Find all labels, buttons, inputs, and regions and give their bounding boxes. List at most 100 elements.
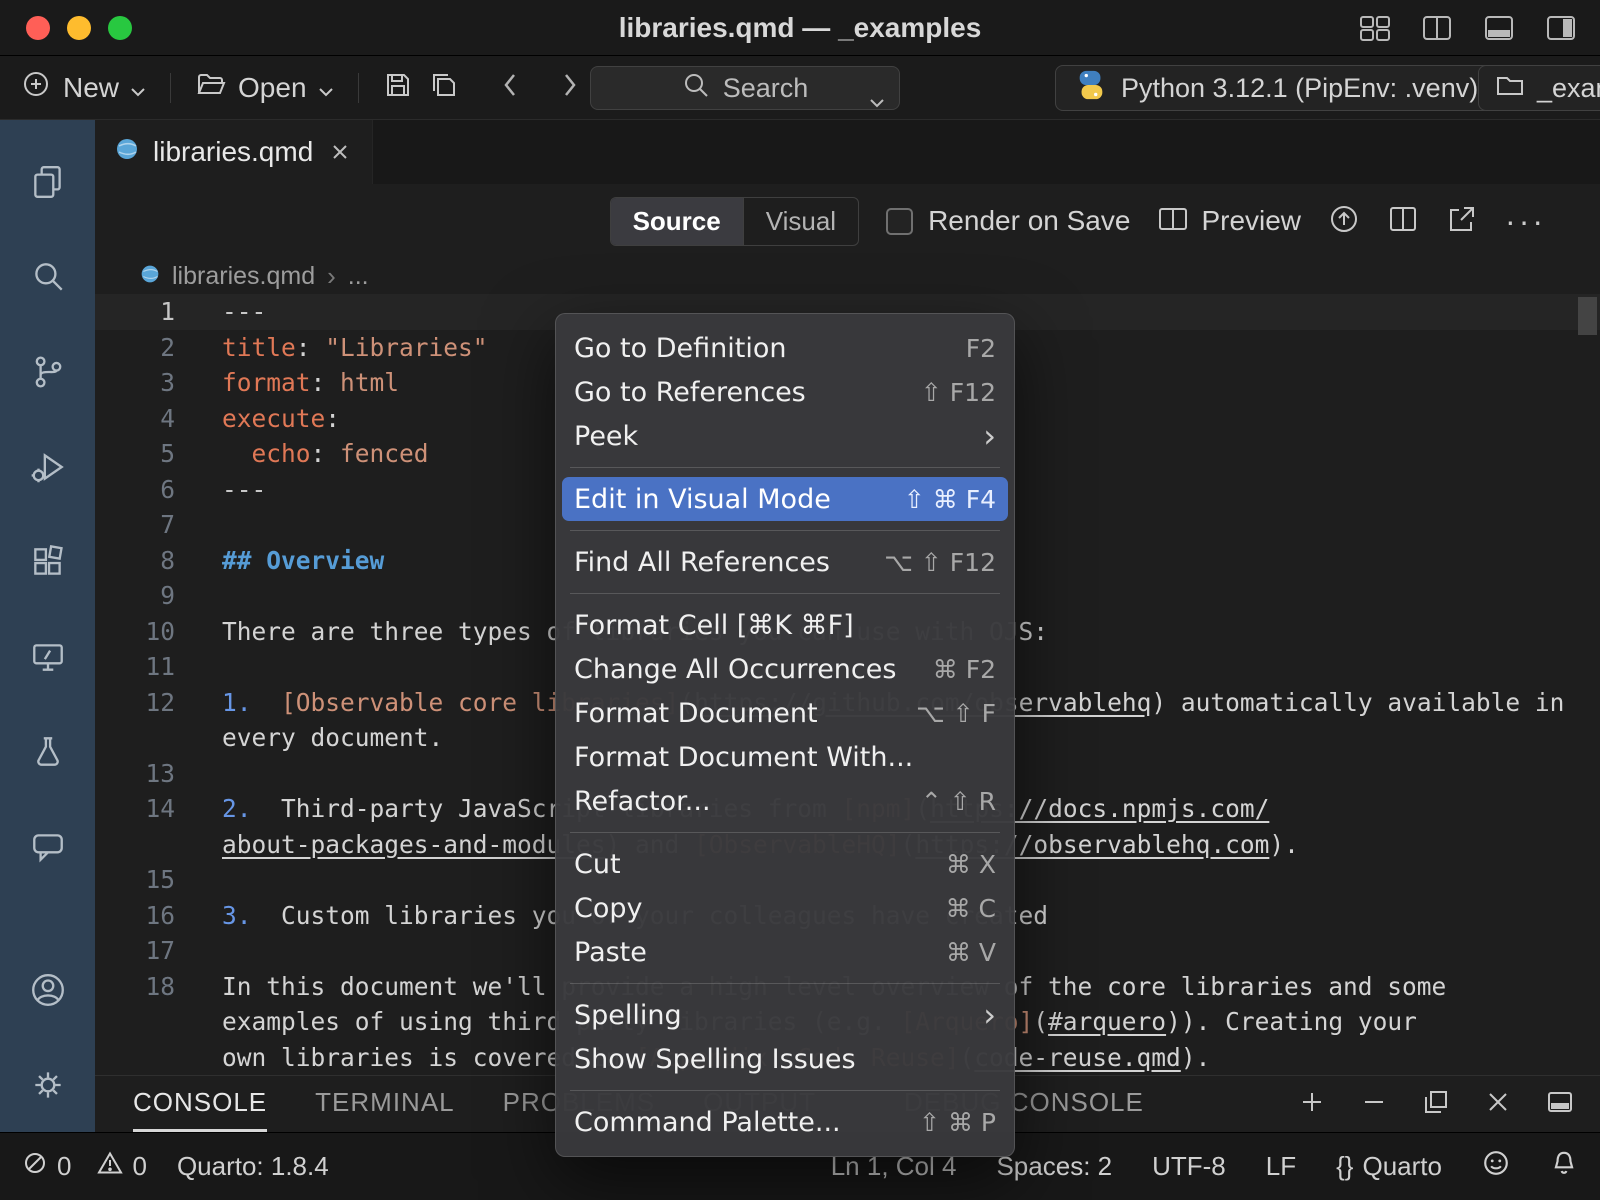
customize-layout-icon[interactable] bbox=[1358, 13, 1392, 43]
line-number: 14 bbox=[95, 791, 175, 827]
language-mode-status[interactable]: {} Quarto bbox=[1336, 1151, 1442, 1182]
testing-beaker-icon[interactable] bbox=[0, 704, 95, 799]
new-label: New bbox=[63, 72, 119, 104]
more-actions-icon[interactable]: ··· bbox=[1505, 205, 1546, 237]
quarto-file-icon bbox=[140, 262, 160, 291]
submenu-chevron-icon: › bbox=[983, 420, 996, 452]
close-window-button[interactable] bbox=[26, 16, 50, 40]
menu-item-format-document-with[interactable]: Format Document With... bbox=[562, 735, 1008, 779]
chevron-down-icon bbox=[318, 72, 334, 104]
menu-item-spelling[interactable]: Spelling› bbox=[562, 993, 1008, 1037]
notifications-bell-icon[interactable] bbox=[1550, 1149, 1578, 1184]
menu-item-format-cell-k-f[interactable]: Format Cell [⌘K ⌘F] bbox=[562, 603, 1008, 647]
python-logo-icon bbox=[1074, 68, 1108, 109]
preview-button[interactable]: Preview bbox=[1157, 204, 1301, 239]
code-token: fenced bbox=[340, 439, 429, 468]
menu-item-go-to-references[interactable]: Go to References⇧ F12 bbox=[562, 370, 1008, 414]
line-number: 15 bbox=[95, 862, 175, 898]
menu-item-go-to-definition[interactable]: Go to DefinitionF2 bbox=[562, 326, 1008, 370]
search-input[interactable]: Search bbox=[590, 66, 900, 110]
close-tab-icon[interactable] bbox=[328, 140, 352, 164]
publish-icon[interactable] bbox=[1328, 203, 1360, 240]
search-icon[interactable] bbox=[0, 229, 95, 324]
visual-mode-button[interactable]: Visual bbox=[743, 198, 858, 245]
minimize-window-button[interactable] bbox=[67, 16, 91, 40]
menu-item-label: Refactor... bbox=[574, 786, 711, 817]
restore-panel-icon[interactable] bbox=[1422, 1088, 1450, 1121]
titlebar: libraries.qmd — _examples bbox=[0, 0, 1600, 56]
extensions-icon[interactable] bbox=[0, 514, 95, 609]
run-debug-icon[interactable] bbox=[0, 419, 95, 514]
problems-status[interactable]: 0 0 bbox=[22, 1150, 147, 1183]
back-icon[interactable] bbox=[501, 70, 519, 105]
scrollbar-thumb[interactable] bbox=[1578, 297, 1597, 335]
tab-libraries-qmd[interactable]: libraries.qmd bbox=[95, 120, 373, 184]
error-icon bbox=[22, 1150, 48, 1183]
menu-item-find-all-references[interactable]: Find All References⌥ ⇧ F12 bbox=[562, 540, 1008, 584]
new-button[interactable]: New bbox=[22, 69, 146, 106]
line-number: 8 bbox=[95, 543, 175, 579]
eol-status[interactable]: LF bbox=[1266, 1151, 1296, 1182]
chat-icon[interactable] bbox=[0, 799, 95, 894]
layout-controls bbox=[1358, 13, 1578, 43]
render-on-save-checkbox[interactable] bbox=[886, 208, 913, 235]
account-icon[interactable] bbox=[0, 942, 95, 1037]
line-number: 10 bbox=[95, 614, 175, 650]
panel-tab-console[interactable]: CONSOLE bbox=[133, 1076, 267, 1132]
line-number: 7 bbox=[95, 507, 175, 543]
panel-tab-terminal[interactable]: TERMINAL bbox=[315, 1076, 454, 1132]
save-all-icon[interactable] bbox=[429, 70, 459, 105]
save-icon[interactable] bbox=[383, 70, 413, 105]
zoom-window-button[interactable] bbox=[108, 16, 132, 40]
interpreter-selector[interactable]: Python 3.12.1 (PipEnv: .venv) bbox=[1055, 65, 1497, 111]
quarto-version-status[interactable]: Quarto: 1.8.4 bbox=[177, 1151, 329, 1182]
line-number: 6 bbox=[95, 472, 175, 508]
menu-item-copy[interactable]: Copy⌘ C bbox=[562, 886, 1008, 930]
submenu-chevron-icon: › bbox=[983, 999, 996, 1031]
panel-layout-icon[interactable] bbox=[1546, 1088, 1574, 1121]
menu-item-edit-in-visual-mode[interactable]: Edit in Visual Mode⇧ ⌘ F4 bbox=[562, 477, 1008, 521]
menu-item-change-all-occurrences[interactable]: Change All Occurrences⌘ F2 bbox=[562, 647, 1008, 691]
menu-item-command-palette[interactable]: Command Palette...⇧ ⌘ P bbox=[562, 1100, 1008, 1144]
menu-item-peek[interactable]: Peek› bbox=[562, 414, 1008, 458]
source-control-icon[interactable] bbox=[0, 324, 95, 419]
minimize-panel-icon[interactable] bbox=[1360, 1088, 1388, 1121]
code-token bbox=[252, 688, 282, 717]
workspace-label: _examples bbox=[1537, 73, 1600, 104]
open-label: Open bbox=[238, 72, 307, 104]
code-token: 2. bbox=[222, 794, 252, 823]
indentation-status[interactable]: Spaces: 2 bbox=[996, 1151, 1112, 1182]
forward-icon[interactable] bbox=[561, 70, 579, 105]
context-menu-items: Go to DefinitionF2Go to References⇧ F12P… bbox=[556, 326, 1014, 1144]
encoding-status[interactable]: UTF-8 bbox=[1152, 1151, 1226, 1182]
code-token: : bbox=[296, 333, 326, 362]
line-number: 11 bbox=[95, 649, 175, 685]
line-number: 12 bbox=[95, 685, 175, 721]
toggle-secondary-sidebar-icon[interactable] bbox=[1544, 13, 1578, 43]
feedback-smiley-icon[interactable] bbox=[1482, 1149, 1510, 1184]
menu-item-show-spelling-issues[interactable]: Show Spelling Issues bbox=[562, 1037, 1008, 1081]
menu-item-label: Find All References bbox=[574, 547, 830, 578]
breadcrumb-more[interactable]: ... bbox=[348, 262, 369, 291]
menu-item-cut[interactable]: Cut⌘ X bbox=[562, 842, 1008, 886]
menu-item-format-document[interactable]: Format Document⌥ ⇧ F bbox=[562, 691, 1008, 735]
menu-item-paste[interactable]: Paste⌘ V bbox=[562, 930, 1008, 974]
split-editor-icon[interactable] bbox=[1387, 203, 1419, 240]
breadcrumb-file[interactable]: libraries.qmd bbox=[172, 262, 315, 291]
menu-shortcut: ⇧ ⌘ F4 bbox=[904, 485, 996, 514]
new-console-plus-icon[interactable] bbox=[1298, 1088, 1326, 1121]
toggle-panel-icon[interactable] bbox=[1482, 13, 1516, 43]
tab-strip: libraries.qmd bbox=[95, 120, 1600, 184]
preview-monitor-icon[interactable] bbox=[0, 609, 95, 704]
split-editor-layout-icon[interactable] bbox=[1420, 13, 1454, 43]
open-button[interactable]: Open bbox=[195, 69, 334, 106]
workspace-selector[interactable]: _examples bbox=[1478, 65, 1600, 111]
folder-open-icon bbox=[195, 69, 227, 106]
open-external-icon[interactable] bbox=[1446, 203, 1478, 240]
settings-gear-icon[interactable] bbox=[0, 1037, 95, 1132]
close-panel-icon[interactable] bbox=[1484, 1088, 1512, 1121]
menu-shortcut: ⌘ F2 bbox=[933, 655, 996, 684]
menu-item-refactor[interactable]: Refactor...⌃ ⇧ R bbox=[562, 779, 1008, 823]
explorer-icon[interactable] bbox=[0, 134, 95, 229]
source-mode-button[interactable]: Source bbox=[611, 198, 743, 245]
